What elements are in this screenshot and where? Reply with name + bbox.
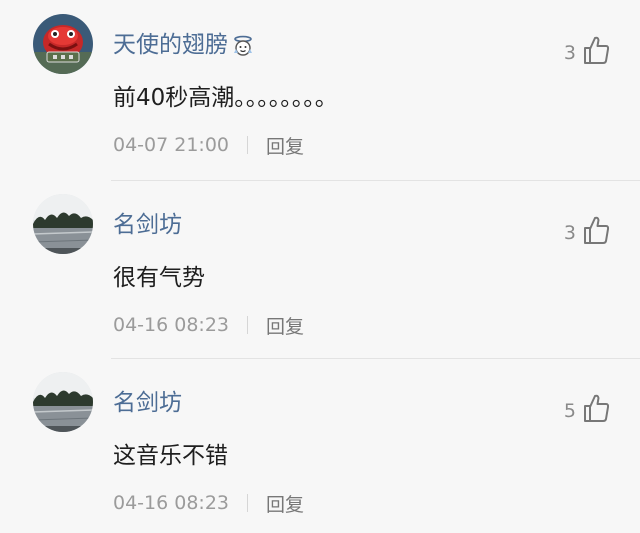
lake-landscape-avatar-icon	[33, 194, 93, 254]
like-count: 5	[563, 400, 576, 422]
username-text[interactable]: 名剑坊	[113, 212, 182, 238]
meta-divider	[247, 494, 249, 512]
comment-divider	[111, 358, 640, 359]
meta-divider	[247, 316, 249, 334]
username-text[interactable]: 名剑坊	[113, 390, 182, 416]
timestamp: 04-07 21:00	[113, 134, 230, 156]
timestamp: 04-16 08:23	[113, 492, 230, 514]
like-button[interactable]: 3	[564, 33, 610, 65]
comment-text: 前40秒高潮。。。。。。。。	[113, 85, 338, 111]
avatar[interactable]	[33, 194, 93, 254]
comment-item: 名剑坊 5 这音乐不错 04-16 08:23 回复	[0, 358, 640, 533]
comment-list: 天使的翅膀 3 前40秒高潮。。。。。。。。 04-07 21:00 回复 名剑…	[0, 0, 640, 533]
username[interactable]: 天使的翅膀	[113, 30, 255, 60]
username-text[interactable]: 天使的翅膀	[113, 32, 228, 58]
angel-badge-icon	[231, 34, 255, 58]
thumbs-up-icon[interactable]	[582, 35, 610, 65]
like-button[interactable]: 3	[564, 213, 610, 245]
username[interactable]: 名剑坊	[113, 388, 182, 418]
thumbs-up-icon[interactable]	[582, 215, 610, 245]
username[interactable]: 名剑坊	[113, 210, 182, 240]
comment-item: 名剑坊 3 很有气势 04-16 08:23 回复	[0, 180, 640, 358]
thumbs-up-icon[interactable]	[582, 393, 610, 423]
meta-divider	[247, 136, 249, 154]
comment-divider	[111, 180, 640, 181]
like-count: 3	[563, 222, 576, 244]
reply-button[interactable]: 回复	[266, 312, 304, 339]
like-count: 3	[563, 42, 576, 64]
comment-text: 很有气势	[113, 265, 205, 291]
comment-meta: 04-16 08:23 回复	[113, 312, 304, 338]
like-button[interactable]: 5	[564, 391, 610, 423]
comment-text: 这音乐不错	[113, 443, 228, 469]
red-creature-avatar-icon	[33, 14, 93, 74]
avatar[interactable]	[33, 14, 93, 74]
reply-button[interactable]: 回复	[266, 490, 304, 517]
reply-button[interactable]: 回复	[266, 132, 304, 159]
comment-meta: 04-16 08:23 回复	[113, 490, 304, 516]
comment-meta: 04-07 21:00 回复	[113, 132, 304, 158]
avatar[interactable]	[33, 372, 93, 432]
lake-landscape-avatar-icon	[33, 372, 93, 432]
comment-item: 天使的翅膀 3 前40秒高潮。。。。。。。。 04-07 21:00 回复	[0, 0, 640, 178]
timestamp: 04-16 08:23	[113, 314, 230, 336]
